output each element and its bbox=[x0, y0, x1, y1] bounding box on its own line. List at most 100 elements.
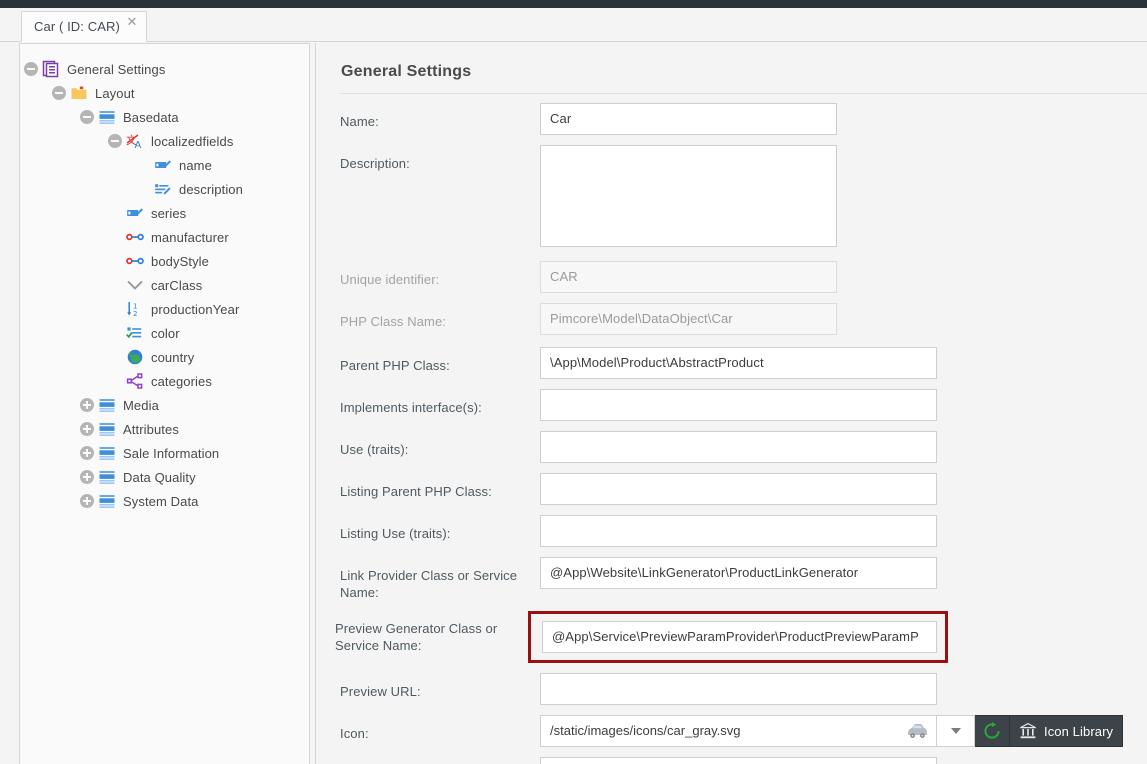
tree-item-label: localizedfields bbox=[151, 134, 233, 149]
icon-library-label: Icon Library bbox=[1044, 724, 1113, 739]
chevron-down-icon bbox=[951, 728, 961, 734]
expand-icon[interactable] bbox=[79, 397, 95, 413]
tree-item-bodystyle[interactable]: bodyStyle bbox=[20, 249, 309, 273]
parent-php-class-input[interactable]: \App\Model\Product\AbstractProduct bbox=[540, 347, 937, 379]
tree-item-label: manufacturer bbox=[151, 230, 229, 245]
field-row-group: Group: Product Data bbox=[320, 757, 1147, 764]
tree-item-label: Sale Information bbox=[123, 446, 219, 461]
tree-item-label: Attributes bbox=[123, 422, 179, 437]
label-implements-interfaces: Implements interface(s): bbox=[340, 389, 540, 416]
tree-item-color[interactable]: color bbox=[20, 321, 309, 345]
panel-icon bbox=[98, 420, 116, 438]
field-row-link-provider: Link Provider Class or Service Name: @Ap… bbox=[320, 557, 1147, 601]
tree-item-categories[interactable]: categories bbox=[20, 369, 309, 393]
tree-item-system-data[interactable]: System Data bbox=[20, 489, 309, 513]
use-traits-input[interactable] bbox=[540, 431, 937, 463]
preview-url-input[interactable] bbox=[540, 673, 937, 705]
globe-icon bbox=[126, 348, 144, 366]
tree-item-media[interactable]: Media bbox=[20, 393, 309, 417]
tree-item-label: country bbox=[151, 350, 194, 365]
field-row-parent-php-class: Parent PHP Class: \App\Model\Product\Abs… bbox=[320, 347, 1147, 379]
tree-item-basedata[interactable]: Basedata bbox=[20, 105, 309, 129]
listing-use-traits-input[interactable] bbox=[540, 515, 937, 547]
expand-icon[interactable] bbox=[79, 469, 95, 485]
label-icon: Icon: bbox=[340, 715, 540, 742]
tree-item-label: series bbox=[151, 206, 186, 221]
class-tree: General Settings Layout Basedata 文A localize… bbox=[20, 44, 309, 513]
tab-strip: Car ( ID: CAR) ✕ bbox=[0, 8, 1147, 42]
close-icon[interactable]: ✕ bbox=[126, 16, 138, 28]
field-row-unique-identifier: Unique identifier: CAR bbox=[320, 261, 1147, 293]
relation-icon bbox=[126, 252, 144, 270]
panel-splitter[interactable] bbox=[315, 43, 316, 764]
class-tree-panel[interactable]: General Settings Layout Basedata 文A localize… bbox=[19, 43, 310, 764]
tree-item-productionyear[interactable]: 12productionYear bbox=[20, 297, 309, 321]
textarea-icon bbox=[154, 180, 172, 198]
tree-item-series[interactable]: series bbox=[20, 201, 309, 225]
field-row-listing-use-traits: Listing Use (traits): bbox=[320, 515, 1147, 547]
tree-item-carclass[interactable]: carClass bbox=[20, 273, 309, 297]
class-definition-icon bbox=[42, 60, 60, 78]
collapse-icon[interactable] bbox=[51, 85, 67, 101]
tree-item-localizedfields[interactable]: 文A localizedfields bbox=[20, 129, 309, 153]
icon-dropdown-trigger[interactable] bbox=[937, 715, 975, 747]
tree-item-label: General Settings bbox=[67, 62, 165, 77]
tab-car-class[interactable]: Car ( ID: CAR) ✕ bbox=[21, 11, 147, 42]
tree-item-sale-information[interactable]: Sale Information bbox=[20, 441, 309, 465]
tree-item-label: bodyStyle bbox=[151, 254, 209, 269]
tree-item-label: color bbox=[151, 326, 180, 341]
label-use-traits: Use (traits): bbox=[340, 431, 540, 458]
panel-icon bbox=[98, 396, 116, 414]
input-field-icon bbox=[154, 156, 172, 174]
car-icon bbox=[905, 721, 929, 741]
tree-item-general-settings[interactable]: General Settings bbox=[20, 57, 309, 81]
field-row-preview-url: Preview URL: bbox=[320, 673, 1147, 705]
expand-icon[interactable] bbox=[79, 493, 95, 509]
label-name: Name: bbox=[340, 103, 540, 130]
listing-parent-php-class-input[interactable] bbox=[540, 473, 937, 505]
description-textarea[interactable] bbox=[540, 145, 837, 247]
tree-item-label: description bbox=[179, 182, 243, 197]
tree-item-manufacturer[interactable]: manufacturer bbox=[20, 225, 309, 249]
translate-icon: 文A bbox=[126, 132, 144, 150]
name-input[interactable]: Car bbox=[540, 103, 837, 135]
tab-label: Car ( ID: CAR) bbox=[34, 19, 120, 34]
select-icon bbox=[126, 276, 144, 294]
tree-item-label: Data Quality bbox=[123, 470, 196, 485]
implements-interfaces-input[interactable] bbox=[540, 389, 937, 421]
tree-item-country[interactable]: country bbox=[20, 345, 309, 369]
field-row-php-class-name: PHP Class Name: Pimcore\Model\DataObject… bbox=[320, 303, 1147, 335]
label-php-class-name: PHP Class Name: bbox=[340, 303, 540, 330]
tree-item-label: Media bbox=[123, 398, 159, 413]
preview-generator-input[interactable]: @App\Service\PreviewParamProvider\Produc… bbox=[542, 621, 937, 653]
refresh-icon-button[interactable] bbox=[975, 715, 1010, 747]
icon-path-input[interactable]: /static/images/icons/car_gray.svg bbox=[540, 715, 937, 747]
panel-icon bbox=[98, 468, 116, 486]
expand-icon[interactable] bbox=[79, 421, 95, 437]
expand-icon[interactable] bbox=[79, 445, 95, 461]
field-row-description: Description: bbox=[320, 145, 1147, 247]
field-row-listing-parent-php-class: Listing Parent PHP Class: bbox=[320, 473, 1147, 505]
tree-item-layout[interactable]: Layout bbox=[20, 81, 309, 105]
tree-item-attributes[interactable]: Attributes bbox=[20, 417, 309, 441]
tree-item-description[interactable]: description bbox=[20, 177, 309, 201]
application-window: Car ( ID: CAR) ✕ General Settings Layout B… bbox=[0, 0, 1147, 764]
collapse-icon[interactable] bbox=[79, 109, 95, 125]
tree-item-label: carClass bbox=[151, 278, 202, 293]
multiselect-icon bbox=[126, 324, 144, 342]
field-row-name: Name: Car bbox=[320, 103, 1147, 135]
tree-item-label: name bbox=[179, 158, 212, 173]
icon-library-button[interactable]: Icon Library bbox=[1010, 715, 1123, 747]
relation-icon bbox=[126, 228, 144, 246]
collapse-icon[interactable] bbox=[23, 61, 39, 77]
collapse-icon[interactable] bbox=[107, 133, 123, 149]
refresh-icon bbox=[983, 722, 1001, 740]
group-input[interactable]: Product Data bbox=[540, 757, 937, 764]
tree-item-name[interactable]: name bbox=[20, 153, 309, 177]
title-divider bbox=[340, 93, 1147, 94]
tree-item-data-quality[interactable]: Data Quality bbox=[20, 465, 309, 489]
tree-item-label: Basedata bbox=[123, 110, 179, 125]
link-provider-input[interactable]: @App\Website\LinkGenerator\ProductLinkGe… bbox=[540, 557, 937, 589]
general-settings-form: Name: Car Description: Unique identifier… bbox=[320, 103, 1147, 764]
tree-item-label: System Data bbox=[123, 494, 199, 509]
